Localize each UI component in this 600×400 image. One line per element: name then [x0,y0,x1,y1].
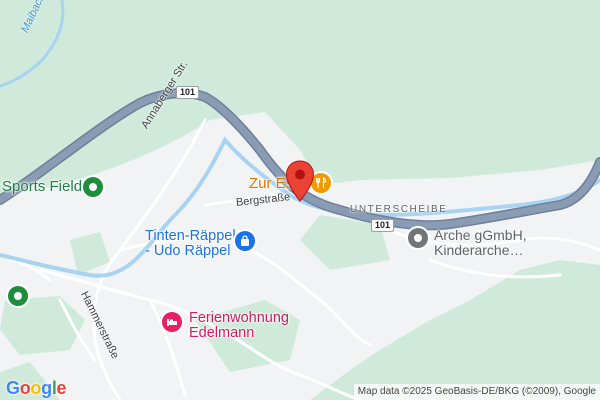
place-label-line: Kinderarche… [434,241,524,258]
place-label-line: Tinten-Räppel [145,228,236,244]
place-label-line: Ferienwohnung [189,310,289,326]
map-attribution[interactable]: Map data ©2025 GeoBasis-DE/BKG (©2009), … [353,384,600,400]
green-circle-icon[interactable] [83,177,103,197]
green-circle-icon[interactable] [8,286,28,306]
google-logo[interactable]: Google [6,378,67,399]
place-label-line: Arche gGmbH, [434,227,527,243]
district-label: UNTERSCHEIBE [350,204,448,215]
place-label-arche[interactable]: Arche gGmbH, Kinderarche… [434,228,527,257]
road-shield-101: 101 [176,86,200,99]
shopping-bag-icon[interactable] [235,231,255,251]
grey-circle-icon[interactable] [408,228,428,248]
map-canvas[interactable]: 101 101 Annaberger Str. Bergstraße Hamme… [0,0,600,400]
place-label-line: Edelmann [189,325,255,342]
road-shield-101: 101 [371,219,395,232]
red-map-pin-icon[interactable] [285,160,315,202]
place-label-sports-field[interactable]: Sports Field [2,179,82,195]
place-label-line: - Udo Räppel [145,243,231,260]
place-label-ferienwohnung[interactable]: Ferienwohnung Edelmann [189,310,289,342]
place-label-tinten-raeppel[interactable]: Tinten-Räppel - Udo Räppel [145,228,236,260]
bed-icon[interactable] [162,312,182,332]
